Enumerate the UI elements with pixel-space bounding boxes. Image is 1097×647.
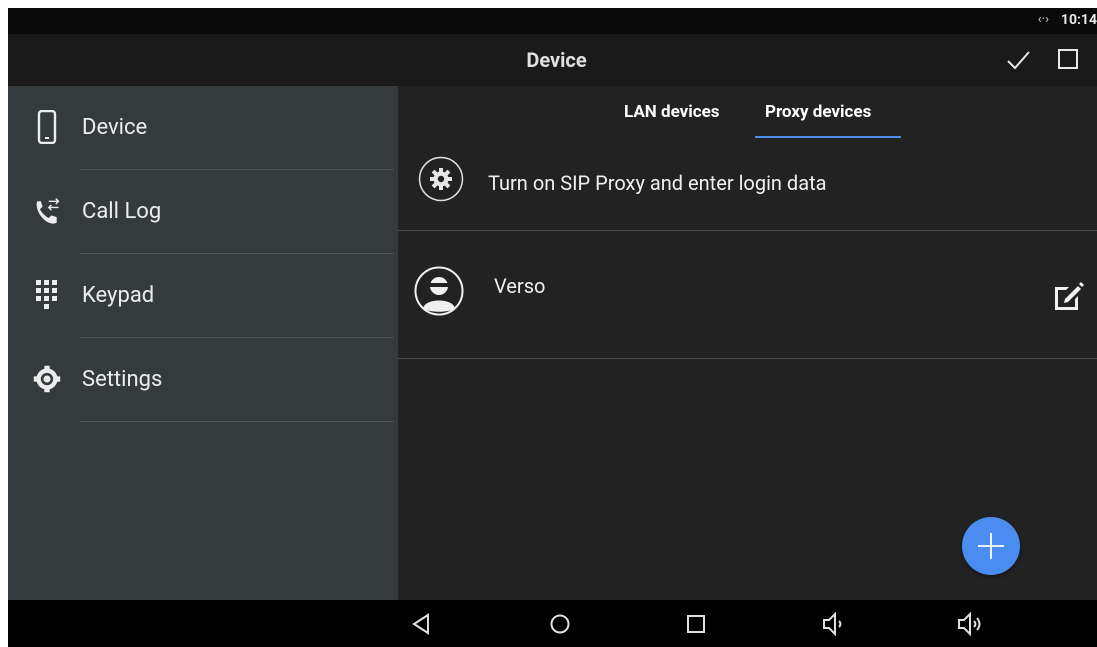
keypad-icon	[36, 280, 57, 309]
sidebar: Device Call Log Keypad Settings	[8, 86, 398, 600]
volume-up-icon[interactable]	[956, 610, 984, 638]
edit-icon[interactable]	[1051, 279, 1085, 313]
gear-icon	[418, 156, 464, 202]
sidebar-item-settings[interactable]: Settings	[8, 338, 398, 422]
tab-lan-devices[interactable]: LAN devices	[624, 102, 720, 122]
home-icon[interactable]	[546, 610, 574, 638]
tab-bar: LAN devices Proxy devices	[398, 86, 1097, 138]
sidebar-item-call-log[interactable]: Call Log	[8, 170, 398, 254]
sidebar-item-label: Settings	[82, 367, 163, 392]
plus-icon	[978, 533, 1004, 559]
avatar-icon	[414, 266, 464, 316]
system-nav-bar	[8, 600, 1097, 647]
tab-proxy-devices[interactable]: Proxy devices	[765, 102, 871, 122]
main-panel: LAN devices Proxy devices Turn on SIP Pr…	[398, 86, 1097, 600]
screen: ‹·› 10:14 Device Device Call Log Keypad …	[8, 8, 1097, 647]
sidebar-item-label: Keypad	[82, 283, 155, 308]
sip-proxy-hint-row[interactable]: Turn on SIP Proxy and enter login data	[398, 138, 1097, 231]
sidebar-item-label: Device	[82, 115, 148, 140]
device-row[interactable]: Verso	[398, 231, 1097, 359]
sidebar-item-label: Call Log	[82, 199, 162, 224]
settings-icon	[33, 365, 61, 393]
device-name: Verso	[494, 274, 546, 298]
recents-icon[interactable]	[682, 610, 710, 638]
phone-icon	[37, 110, 57, 144]
sidebar-item-keypad[interactable]: Keypad	[8, 254, 398, 338]
back-icon[interactable]	[408, 610, 436, 638]
network-arrows-icon: ‹·›	[1037, 12, 1049, 27]
app-bar: Device	[8, 34, 1097, 86]
call-log-icon	[36, 198, 60, 224]
check-icon[interactable]	[1004, 46, 1032, 74]
status-time: 10:14	[1060, 12, 1097, 28]
status-bar: ‹·› 10:14	[8, 8, 1097, 34]
add-device-button[interactable]	[962, 517, 1020, 575]
square-icon[interactable]	[1058, 49, 1078, 69]
page-title: Device	[526, 48, 587, 72]
sidebar-item-device[interactable]: Device	[8, 86, 398, 170]
divider	[80, 421, 394, 422]
volume-down-icon[interactable]	[820, 610, 848, 638]
hint-text: Turn on SIP Proxy and enter login data	[488, 171, 827, 195]
